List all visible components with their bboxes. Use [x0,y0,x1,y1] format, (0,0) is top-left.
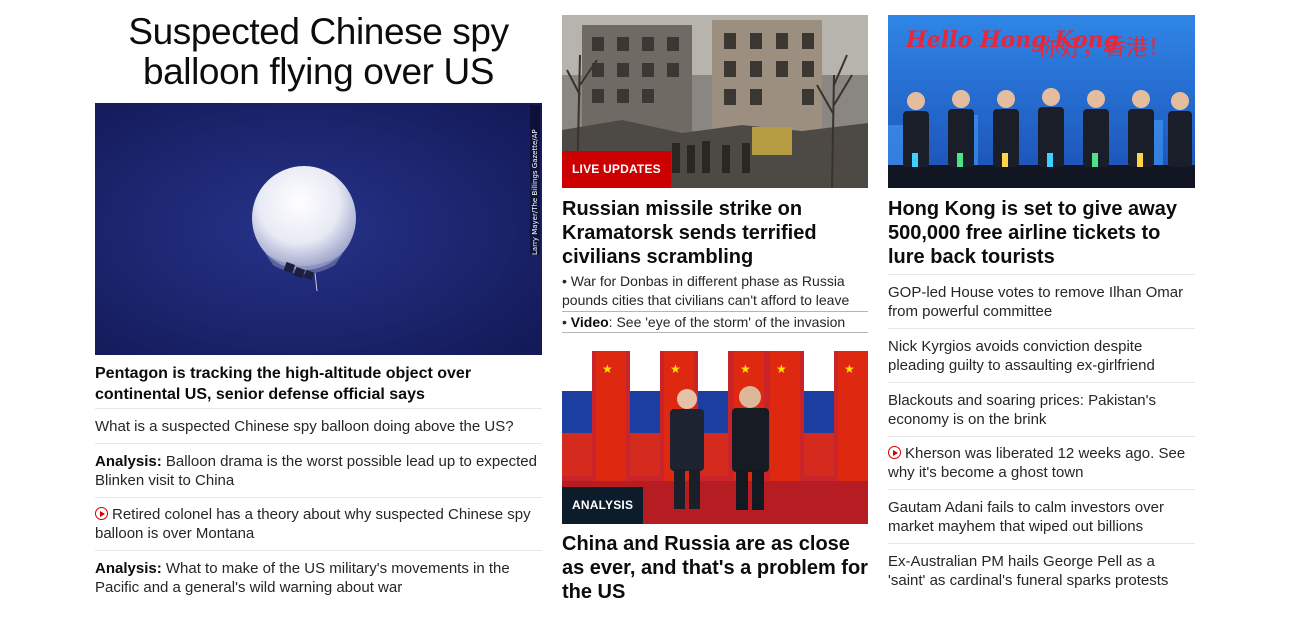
live-updates-badge: LIVE UPDATES [562,151,671,188]
kramatorsk-image[interactable]: LIVE UPDATES [562,15,868,188]
list-item-text: Blackouts and soaring prices: Pakistan's… [888,392,1157,428]
china-russia-headline[interactable]: China and Russia are as close as ever, a… [562,532,868,604]
sublink-bold: Video [570,314,609,330]
bullet: • [562,273,571,289]
hongkong-image[interactable]: Hello Hong Kong 你好，香港！ [888,15,1195,188]
svg-text:★: ★ [602,362,613,376]
sublink[interactable]: • War for Donbas in different phase as R… [562,272,868,312]
list-item[interactable]: Retired colonel has a theory about why s… [95,497,542,550]
hongkong-headline[interactable]: Hong Kong is set to give away 500,000 fr… [888,197,1195,269]
balloon-image[interactable]: Larry Mayer/The Billings Gazette/AP [95,103,542,355]
list-item-text: GOP-led House votes to remove Ilhan Omar… [888,284,1184,320]
sublink-text: War for Donbas in different phase as Rus… [562,273,850,308]
list-item-prefix: Analysis: [95,560,162,577]
list-item-text: Kherson was liberated 12 weeks ago. See … [888,445,1186,481]
list-item[interactable]: Analysis: What to make of the US militar… [95,550,542,604]
list-item[interactable]: Blackouts and soaring prices: Pakistan's… [888,382,1195,436]
lead-title[interactable]: Suspected Chinese spy balloon flying ove… [95,12,542,92]
list-item[interactable]: Kherson was liberated 12 weeks ago. See … [888,436,1195,489]
nihao-hongkong-sign: 你好，香港！ [1038,36,1170,61]
sublink[interactable]: • Video: See 'eye of the storm' of the i… [562,313,868,333]
lead-headline[interactable]: Pentagon is tracking the high-altitude o… [95,363,535,405]
list-item[interactable]: GOP-led House votes to remove Ilhan Omar… [888,274,1195,328]
ukraine-sublinks: • War for Donbas in different phase as R… [562,272,868,333]
list-item-text: Gautam Adani fails to calm investors ove… [888,499,1164,535]
play-video-icon [888,446,901,459]
list-item[interactable]: What is a suspected Chinese spy balloon … [95,408,542,443]
putin-xi-image[interactable]: ★ ★ ★ ★ ★ ANALYSIS [562,351,868,524]
list-item-text: Ex-Australian PM hails George Pell as a … [888,553,1169,589]
play-video-icon [95,507,108,520]
lead-related-list: What is a suspected Chinese spy balloon … [95,408,542,604]
bullet: • [562,314,571,330]
list-item[interactable]: Analysis: Balloon drama is the worst pos… [95,443,542,497]
svg-text:★: ★ [740,362,751,376]
right-list: GOP-led House votes to remove Ilhan Omar… [888,274,1195,597]
list-item-text: Balloon drama is the worst possible lead… [95,453,537,489]
list-item-prefix: Analysis: [95,453,162,470]
photo-credit: Larry Mayer/The Billings Gazette/AP [530,105,540,255]
svg-text:★: ★ [776,362,787,376]
list-item-text: What is a suspected Chinese spy balloon … [95,418,514,435]
svg-text:★: ★ [844,362,855,376]
list-item-text: Nick Kyrgios avoids conviction despite p… [888,338,1155,374]
list-item[interactable]: Nick Kyrgios avoids conviction despite p… [888,328,1195,382]
ukraine-headline[interactable]: Russian missile strike on Kramatorsk sen… [562,197,868,269]
list-item-text: Retired colonel has a theory about why s… [95,506,531,542]
list-item[interactable]: Ex-Australian PM hails George Pell as a … [888,543,1195,597]
analysis-badge: ANALYSIS [562,487,644,524]
list-item[interactable]: Gautam Adani fails to calm investors ove… [888,489,1195,543]
svg-text:★: ★ [670,362,681,376]
sublink-text: : See 'eye of the storm' of the invasion [608,314,846,330]
